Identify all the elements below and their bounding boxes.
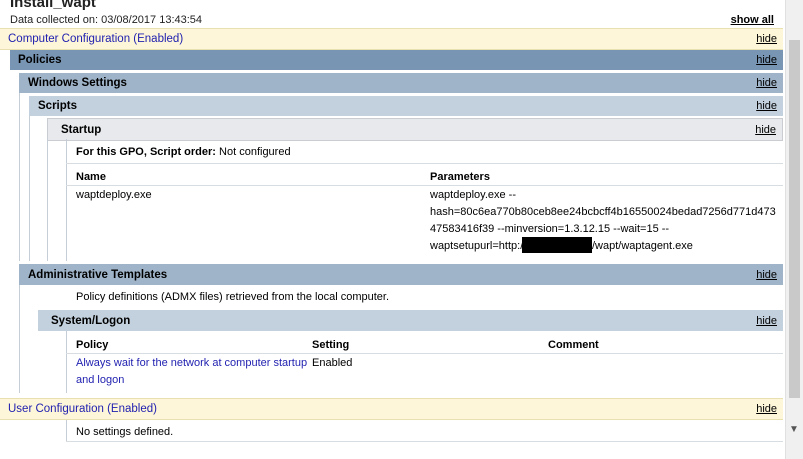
column-parameters: Parameters <box>430 171 490 183</box>
parameters-line-3: 47583416f39 --minversion=1.3.12.15 --wai… <box>430 223 670 235</box>
indent-guide <box>19 93 20 261</box>
column-name: Name <box>76 171 106 183</box>
scripts-header[interactable]: Scripts hide <box>29 96 783 116</box>
report-title: Install_wapt <box>10 0 96 11</box>
scroll-down-icon[interactable]: ▼ <box>789 424 799 435</box>
policy-link-line-1[interactable]: Always wait for the network at computer … <box>76 357 307 369</box>
startup-label: Startup <box>61 123 102 136</box>
hide-administrative-templates-link[interactable]: hide <box>756 269 777 281</box>
hide-scripts-link[interactable]: hide <box>756 100 777 112</box>
user-configuration-header[interactable]: User Configuration (Enabled) hide <box>0 398 783 420</box>
indent-guide <box>66 331 67 393</box>
column-setting: Setting <box>312 339 350 351</box>
hide-user-configuration-link[interactable]: hide <box>756 403 777 415</box>
script-order-label: For this GPO, Script order: <box>76 146 216 158</box>
vertical-scrollbar[interactable]: ▼ <box>785 0 803 459</box>
divider <box>66 163 783 164</box>
hide-policies-link[interactable]: hide <box>756 54 777 66</box>
column-policy: Policy <box>76 339 109 351</box>
parameters-line-4: waptsetupurl=http:/ <box>430 240 524 252</box>
script-name: waptdeploy.exe <box>76 189 152 201</box>
script-order-row: For this GPO, Script order: Not configur… <box>76 146 291 158</box>
hide-computer-configuration-link[interactable]: hide <box>756 33 777 45</box>
no-settings-text: No settings defined. <box>76 426 174 438</box>
script-order-value: Not configured <box>219 146 291 158</box>
hide-startup-link[interactable]: hide <box>755 124 776 136</box>
show-all-link[interactable]: show all <box>731 14 774 26</box>
data-collected-text: Data collected on: 03/08/2017 13:43:54 <box>10 14 203 26</box>
hide-system-logon-link[interactable]: hide <box>756 315 777 327</box>
scripts-label: Scripts <box>38 100 77 112</box>
policy-link-line-2[interactable]: and logon <box>76 374 124 386</box>
scrollbar-thumb[interactable] <box>789 40 800 398</box>
computer-configuration-label: Computer Configuration (Enabled) <box>8 33 184 45</box>
divider <box>66 185 783 186</box>
policies-label: Policies <box>18 54 62 66</box>
system-logon-label: System/Logon <box>51 314 131 327</box>
indent-guide <box>19 285 20 393</box>
admx-note: Policy definitions (ADMX files) retrieve… <box>76 291 390 303</box>
windows-settings-label: Windows Settings <box>28 77 127 89</box>
indent-guide <box>66 420 67 442</box>
parameters-line-2: hash=80c6ea770b80ceb8ee24bcbcff4b1655002… <box>430 206 776 218</box>
policy-setting-value: Enabled <box>312 357 353 369</box>
hide-windows-settings-link[interactable]: hide <box>756 77 777 89</box>
policies-header[interactable]: Policies hide <box>10 50 783 70</box>
divider <box>66 441 783 442</box>
divider <box>66 353 783 354</box>
system-logon-header[interactable]: System/Logon hide <box>38 310 783 331</box>
parameters-line-1: waptdeploy.exe -- <box>430 189 517 201</box>
computer-configuration-header[interactable]: Computer Configuration (Enabled) hide <box>0 28 783 50</box>
startup-header[interactable]: Startup hide <box>47 118 783 141</box>
indent-guide <box>47 139 48 261</box>
user-configuration-label: User Configuration (Enabled) <box>8 403 157 415</box>
column-comment: Comment <box>548 339 599 351</box>
administrative-templates-header[interactable]: Administrative Templates hide <box>19 264 783 285</box>
windows-settings-header[interactable]: Windows Settings hide <box>19 73 783 93</box>
parameters-line-4-end: /wapt/waptagent.exe <box>592 240 693 252</box>
administrative-templates-label: Administrative Templates <box>28 268 168 281</box>
indent-guide <box>66 139 67 261</box>
indent-guide <box>29 116 30 261</box>
redacted-url <box>522 237 592 253</box>
